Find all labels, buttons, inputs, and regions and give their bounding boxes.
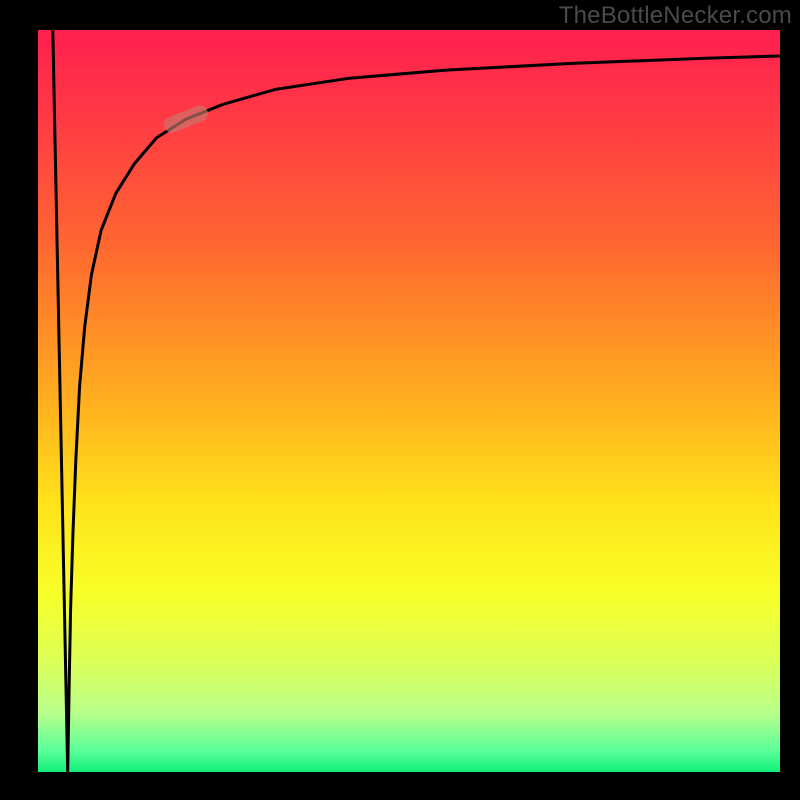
chart-container: TheBottleNecker.com (0, 0, 800, 800)
y-axis (35, 30, 38, 775)
x-axis (35, 772, 783, 775)
curve-layer (38, 30, 780, 772)
attribution-text: TheBottleNecker.com (559, 2, 792, 30)
bottleneck-curve (53, 30, 780, 772)
